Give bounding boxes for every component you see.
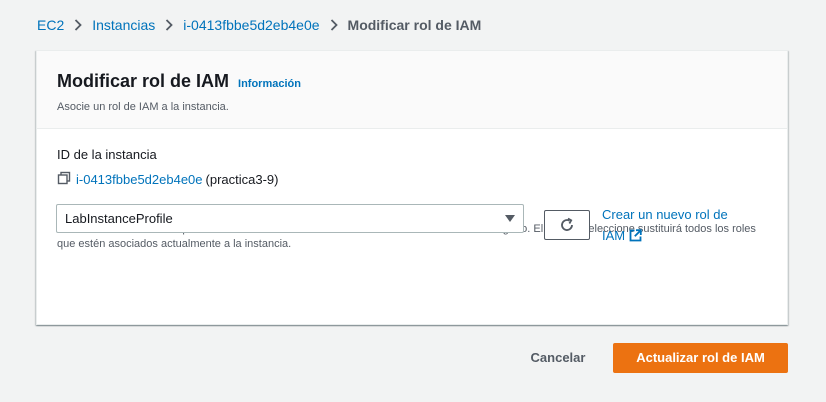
caret-down-icon (505, 215, 515, 222)
panel-header: Modificar rol de IAM Información Asocie … (37, 51, 787, 129)
breadcrumb: EC2 Instancias i-0413fbbe5d2eb4e0e Modif… (37, 16, 481, 34)
instance-id-row: i-0413fbbe5d2eb4e0e (practica3-9) (57, 171, 787, 188)
cancel-button[interactable]: Cancelar (520, 345, 596, 371)
instance-id-label: ID de la instancia (57, 147, 157, 162)
refresh-icon (561, 217, 573, 231)
modify-iam-role-panel: Modificar rol de IAM Información Asocie … (36, 50, 788, 325)
chevron-right-icon (68, 19, 88, 31)
external-link-icon (629, 229, 642, 242)
breadcrumb-instances[interactable]: Instancias (92, 17, 155, 33)
panel-description: Asocie un rol de IAM a la instancia. (57, 101, 229, 113)
info-link[interactable]: Información (238, 78, 301, 90)
create-iam-role-link[interactable]: Crear un nuevo rol de IAM (602, 204, 752, 246)
breadcrumb-ec2[interactable]: EC2 (37, 17, 64, 33)
chevron-right-icon (159, 19, 179, 31)
update-iam-role-button[interactable]: Actualizar rol de IAM (613, 343, 788, 373)
refresh-button[interactable] (544, 210, 590, 240)
create-iam-role-label: Crear un nuevo rol de IAM (602, 207, 728, 243)
breadcrumb-instance-id[interactable]: i-0413fbbe5d2eb4e0e (183, 17, 319, 33)
iam-role-selected-value: LabInstanceProfile (65, 211, 173, 226)
instance-id-link[interactable]: i-0413fbbe5d2eb4e0e (76, 172, 203, 187)
iam-role-select[interactable]: LabInstanceProfile (56, 204, 524, 233)
breadcrumb-current: Modificar rol de IAM (347, 17, 482, 33)
chevron-right-icon (324, 19, 344, 31)
page-title: Modificar rol de IAM (57, 71, 230, 91)
instance-name: (practica3-9) (205, 172, 279, 187)
copy-icon[interactable] (57, 171, 76, 188)
